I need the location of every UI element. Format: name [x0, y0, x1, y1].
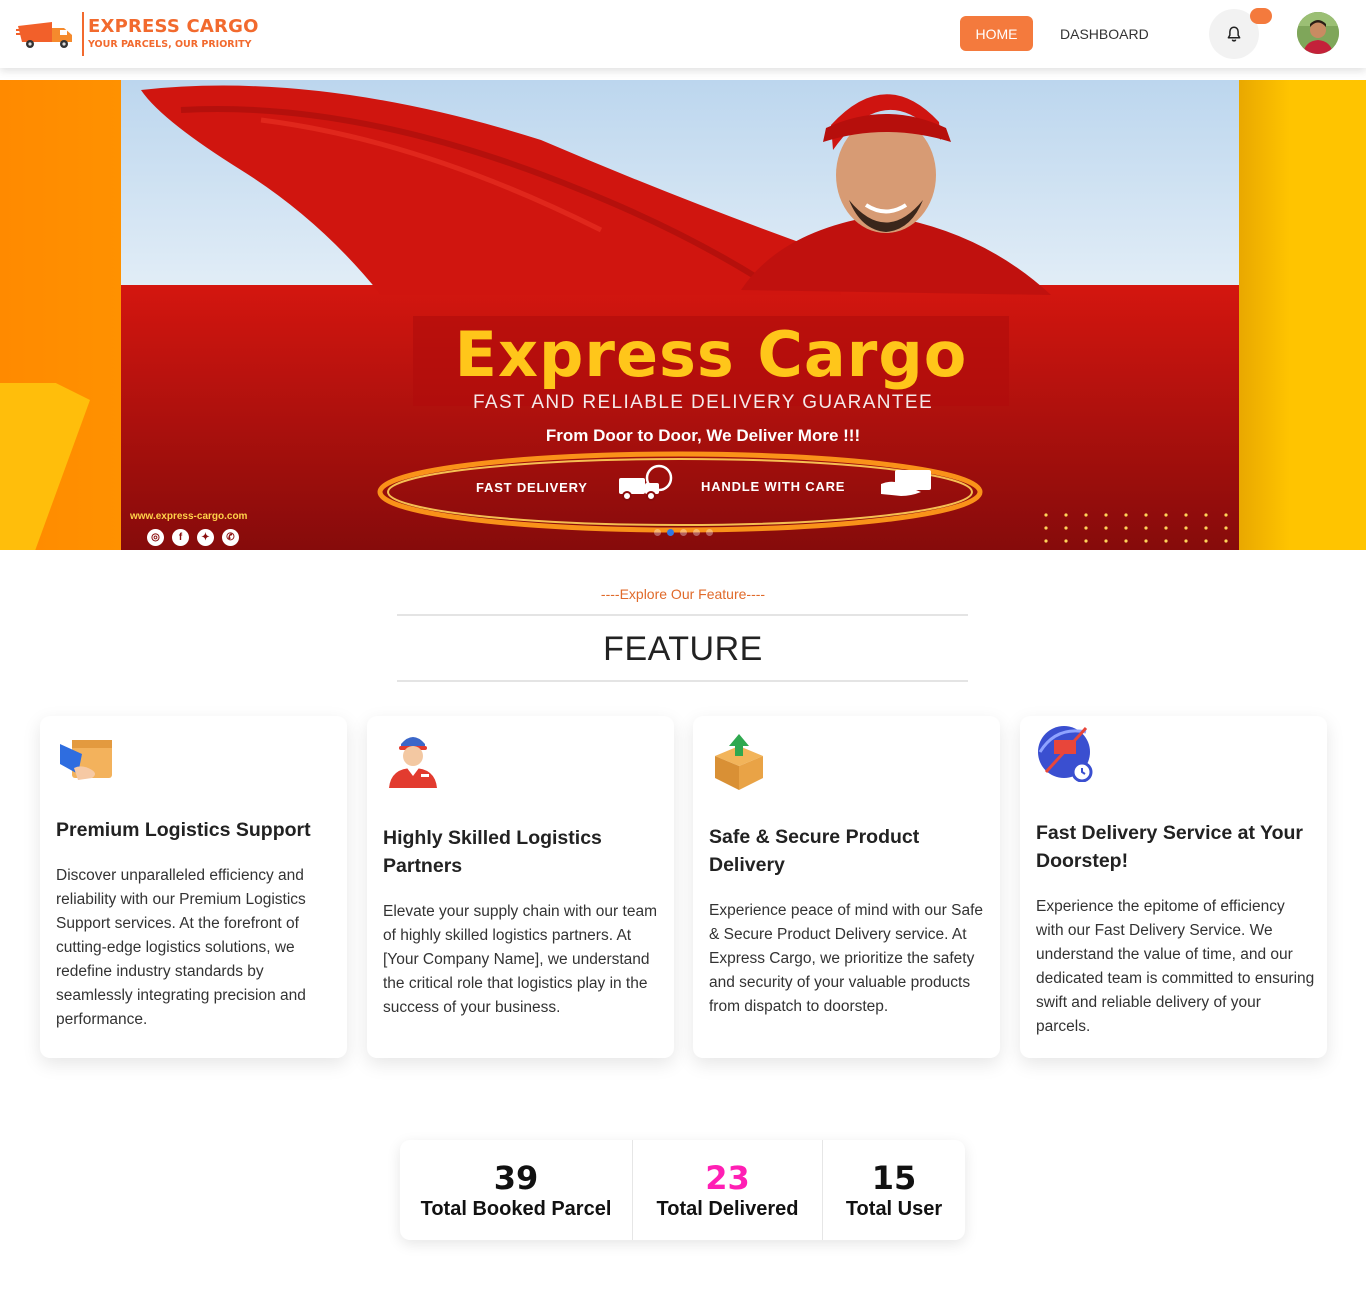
hero-website: www.express-cargo.com: [130, 511, 248, 522]
stats-panel: 39 Total Booked Parcel 23 Total Delivere…: [400, 1140, 965, 1240]
divider: [397, 680, 968, 682]
hero-carousel[interactable]: Express Cargo FAST AND RELIABLE DELIVERY…: [0, 80, 1366, 550]
feature-card-title: Highly Skilled Logistics Partners: [383, 827, 602, 877]
hero-title: Express Cargo: [454, 318, 968, 391]
stat-value: 23: [705, 1158, 750, 1197]
delivery-person-icon: [389, 737, 437, 788]
divider: [397, 614, 968, 616]
stat-value: 15: [871, 1158, 917, 1197]
notification-badge: [1250, 8, 1272, 24]
stat-label: Total Delivered: [656, 1197, 799, 1220]
hero-subtitle: FAST AND RELIABLE DELIVERY GUARANTEE: [472, 392, 934, 413]
feature-eyebrow: ----Explore Our Feature----: [600, 586, 766, 602]
instagram-icon: ◎: [147, 529, 164, 546]
stat-total-delivered: 23 Total Delivered: [633, 1140, 823, 1240]
hero-social-icons: ◎ f ✦ ✆: [147, 529, 239, 546]
stat-total-booked: 39 Total Booked Parcel: [400, 1140, 633, 1240]
carousel-dot[interactable]: [706, 529, 713, 536]
hero-right-panel: [1239, 80, 1366, 550]
brand-title: EXPRESS CARGO: [88, 16, 259, 38]
carousel-dot[interactable]: [654, 529, 661, 536]
feature-card-title: Safe & Secure Product Delivery: [709, 826, 920, 876]
twitter-icon: ✦: [197, 529, 214, 546]
bell-icon: [1227, 26, 1241, 42]
hero-badge-handle-with-care: HANDLE WITH CARE: [701, 479, 846, 494]
navbar: EXPRESS CARGO YOUR PARCELS, OUR PRIORITY…: [0, 0, 1366, 68]
hero-decor-shape: [0, 383, 90, 550]
feature-card-title: Fast Delivery Service at Your Doorstep!: [1036, 822, 1304, 872]
stat-label: Total Booked Parcel: [420, 1197, 612, 1220]
avatar-image: [1297, 12, 1339, 54]
hero-banner-slide: Express Cargo FAST AND RELIABLE DELIVERY…: [121, 80, 1239, 550]
feature-card-description: Elevate your supply chain with our team …: [383, 903, 657, 1016]
truck-logo-icon: [16, 22, 72, 48]
feature-heading: FEATURE: [603, 630, 763, 668]
carousel-dot[interactable]: [680, 529, 687, 536]
hero-illustration: [121, 80, 1239, 550]
feature-card-title: Premium Logistics Support: [56, 819, 311, 841]
whatsapp-icon: ✆: [222, 529, 239, 546]
feature-card-description: Experience peace of mind with our Safe &…: [709, 902, 983, 1015]
package-box-icon: [715, 734, 763, 790]
brand-tagline: YOUR PARCELS, OUR PRIORITY: [88, 39, 252, 51]
facebook-icon: f: [172, 529, 189, 546]
nav-dashboard-link[interactable]: DASHBOARD: [1060, 16, 1149, 51]
feature-card-description: Experience the epitome of efficiency wit…: [1036, 898, 1315, 1035]
carousel-dot[interactable]: [693, 529, 700, 536]
nav-home-button[interactable]: HOME: [960, 16, 1033, 51]
feature-card: Highly Skilled Logistics Partners Elevat…: [367, 716, 674, 1058]
carousel-indicators: [654, 529, 713, 536]
feature-card: Safe & Secure Product Delivery Experienc…: [693, 716, 1000, 1058]
feature-card: Premium Logistics Support Discover unpar…: [40, 716, 347, 1058]
feature-card-description: Discover unparalleled efficiency and rel…: [56, 867, 306, 1028]
brand-logo[interactable]: EXPRESS CARGO YOUR PARCELS, OUR PRIORITY: [16, 10, 259, 58]
fast-delivery-icon: [1038, 726, 1093, 782]
hero-badge-fast-delivery: FAST DELIVERY: [476, 480, 588, 495]
stat-value: 39: [493, 1158, 539, 1197]
logistics-box-icon: [60, 740, 112, 780]
hero-tagline: From Door to Door, We Deliver More !!!: [545, 426, 861, 445]
feature-card: Fast Delivery Service at Your Doorstep! …: [1020, 716, 1327, 1058]
logo-divider: [82, 12, 84, 56]
stat-label: Total User: [845, 1197, 943, 1220]
carousel-dot-active[interactable]: [667, 529, 674, 536]
user-avatar[interactable]: [1297, 12, 1339, 54]
stat-total-user: 15 Total User: [823, 1140, 965, 1240]
